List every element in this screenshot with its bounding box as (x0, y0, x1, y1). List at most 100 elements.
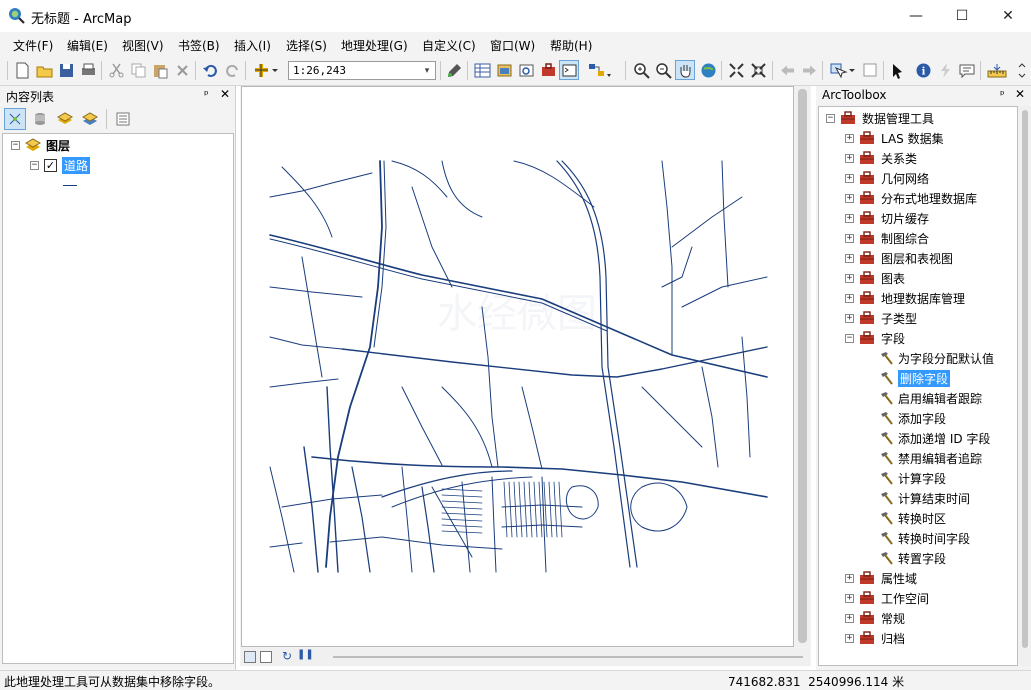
tool-item[interactable]: 为字段分配默认值 (878, 348, 994, 368)
map-vertical-scrollbar[interactable] (795, 86, 810, 647)
expand-icon[interactable]: + (845, 193, 854, 203)
toolset-item[interactable]: + 常规 (845, 608, 905, 628)
menu-selection[interactable]: 选择(S) (286, 37, 327, 54)
map-view[interactable]: 水经微图 (241, 86, 794, 647)
toolset-item[interactable]: + 图表 (845, 268, 905, 288)
tool-item[interactable]: 启用编辑者跟踪 (878, 388, 982, 408)
toolset-item[interactable]: + 图层和表视图 (845, 248, 953, 268)
clear-selection-icon[interactable] (860, 60, 880, 80)
tool-item[interactable]: 禁用编辑者追踪 (878, 448, 982, 468)
fixed-zoom-in-icon[interactable] (726, 60, 746, 80)
menu-insert[interactable]: 插入(I) (234, 37, 271, 54)
pan-icon[interactable] (675, 60, 695, 80)
scrollbar-thumb[interactable] (1022, 110, 1028, 648)
toolset-item[interactable]: + 归档 (845, 628, 905, 648)
toolset-item[interactable]: + LAS 数据集 (845, 128, 944, 148)
print-icon[interactable] (78, 60, 98, 80)
add-data-icon[interactable] (250, 60, 280, 80)
layers-root-row[interactable]: − 图层 (11, 135, 70, 155)
toolset-item[interactable]: − 字段 (845, 328, 905, 348)
tool-item[interactable]: 转置字段 (878, 548, 946, 568)
expand-icon[interactable]: + (845, 213, 854, 223)
copy-icon[interactable] (128, 60, 148, 80)
fixed-zoom-out-icon[interactable] (748, 60, 768, 80)
layer-name-roads[interactable]: 道路 (62, 156, 91, 174)
list-by-selection-icon[interactable] (79, 108, 101, 130)
scrollbar-thumb[interactable] (798, 89, 807, 643)
refresh-icon[interactable]: ↻ (282, 649, 292, 663)
paste-icon[interactable] (150, 60, 170, 80)
toolbox-data-management[interactable]: − 数据管理工具 (826, 108, 934, 128)
zoom-out-icon[interactable] (653, 60, 673, 80)
select-elements-icon[interactable] (887, 60, 907, 80)
redo-icon[interactable] (222, 60, 242, 80)
save-icon[interactable] (56, 60, 76, 80)
undo-icon[interactable] (200, 60, 220, 80)
toolset-item[interactable]: + 地理数据库管理 (845, 288, 965, 308)
tool-item[interactable]: 转换时区 (878, 508, 946, 528)
new-document-icon[interactable] (12, 60, 32, 80)
chevron-down-icon[interactable]: ▾ (420, 62, 434, 79)
expand-icon[interactable]: + (845, 233, 854, 243)
menu-help[interactable]: 帮助(H) (550, 37, 592, 54)
menu-customize[interactable]: 自定义(C) (422, 37, 476, 54)
menu-windows[interactable]: 窗口(W) (490, 37, 535, 54)
collapse-icon[interactable]: − (845, 333, 854, 343)
measure-icon[interactable] (985, 60, 1009, 80)
toolset-item[interactable]: + 子类型 (845, 308, 917, 328)
layout-view-icon[interactable] (260, 651, 272, 663)
pin-icon[interactable]: ᵖ (204, 88, 209, 101)
close-icon[interactable]: ✕ (1015, 87, 1025, 101)
data-view-icon[interactable] (244, 651, 256, 663)
forward-extent-icon[interactable] (799, 60, 819, 80)
editor-icon[interactable] (444, 60, 464, 80)
layer-row-roads[interactable]: − ✓ 道路 (30, 155, 91, 175)
tool-item[interactable]: 添加递增 ID 字段 (878, 428, 990, 448)
expand-icon[interactable]: + (845, 613, 854, 623)
html-popup-icon[interactable] (935, 60, 955, 80)
open-folder-icon[interactable] (34, 60, 54, 80)
catalog-icon[interactable] (494, 60, 514, 80)
collapse-icon[interactable]: − (30, 160, 39, 170)
arctoolbox-scrollbar[interactable] (1019, 106, 1031, 666)
layer-line-symbol[interactable] (63, 185, 77, 186)
find-icon[interactable] (957, 60, 977, 80)
zoom-in-icon[interactable] (631, 60, 651, 80)
map-scale-input[interactable]: 1:26,243 (288, 61, 436, 80)
close-icon[interactable]: ✕ (220, 87, 230, 101)
collapse-icon[interactable]: − (826, 113, 835, 123)
list-by-drawing-order-icon[interactable] (4, 108, 26, 130)
expand-icon[interactable]: + (845, 133, 854, 143)
toolset-item[interactable]: + 关系类 (845, 148, 917, 168)
tool-item[interactable]: 添加字段 (878, 408, 946, 428)
layer-visibility-checkbox[interactable]: ✓ (44, 158, 57, 172)
table-icon[interactable] (472, 60, 492, 80)
list-by-source-icon[interactable] (29, 108, 51, 130)
select-features-icon[interactable] (827, 60, 857, 80)
tool-item[interactable]: 计算结束时间 (878, 488, 970, 508)
delete-icon[interactable] (172, 60, 192, 80)
search-window-icon[interactable] (516, 60, 536, 80)
tool-item-selected[interactable]: 删除字段 (878, 368, 951, 388)
tool-item[interactable]: 计算字段 (878, 468, 946, 488)
expand-icon[interactable]: + (845, 313, 854, 323)
expand-icon[interactable]: + (845, 173, 854, 183)
toolset-item[interactable]: + 工作空间 (845, 588, 929, 608)
menu-bookmarks[interactable]: 书签(B) (178, 37, 220, 54)
toolset-item[interactable]: + 几何网络 (845, 168, 929, 188)
list-by-visibility-icon[interactable] (54, 108, 76, 130)
toolset-item[interactable]: + 切片缓存 (845, 208, 929, 228)
tool-item[interactable]: 转换时间字段 (878, 528, 970, 548)
maximize-button[interactable]: ☐ (939, 0, 985, 32)
expand-icon[interactable]: + (845, 593, 854, 603)
expand-icon[interactable]: + (845, 573, 854, 583)
python-icon[interactable] (559, 60, 579, 80)
pause-drawing-icon[interactable]: ❚❚ (297, 649, 314, 660)
toolset-item[interactable]: + 制图综合 (845, 228, 929, 248)
toolbox-icon[interactable] (538, 60, 558, 80)
close-button[interactable]: ✕ (985, 0, 1031, 32)
toc-options-icon[interactable] (112, 108, 134, 130)
full-extent-icon[interactable] (698, 60, 718, 80)
back-extent-icon[interactable] (777, 60, 797, 80)
toolset-item[interactable]: + 属性域 (845, 568, 917, 588)
